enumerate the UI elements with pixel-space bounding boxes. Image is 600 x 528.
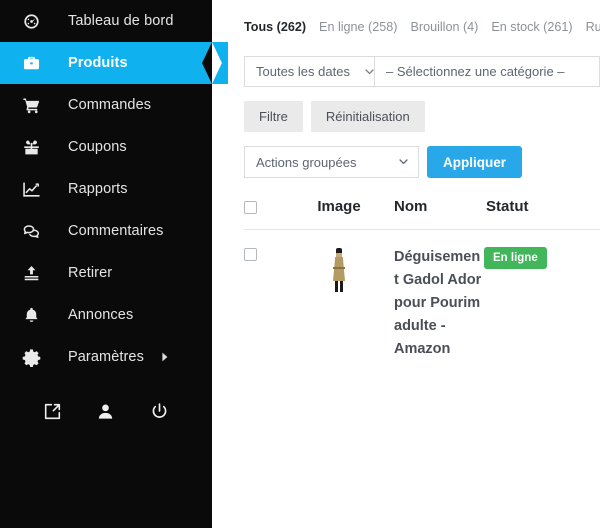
external-link-icon[interactable] [26, 402, 79, 421]
sidebar-item-label: Coupons [68, 139, 127, 155]
sidebar-item-label: Retirer [68, 265, 113, 281]
tab-en-stock[interactable]: En stock (261) [491, 20, 572, 34]
filter-button[interactable]: Filtre [244, 101, 303, 132]
sidebar-item-orders[interactable]: Commandes [0, 84, 212, 126]
sidebar-item-announcements[interactable]: Annonces [0, 294, 212, 336]
cart-icon [22, 96, 48, 115]
sidebar-item-products[interactable]: Produits [0, 42, 228, 84]
table-body: Déguisement Gadol Ador pour Pourim adult… [244, 230, 568, 361]
row-image-cell [286, 246, 392, 294]
filter-action-buttons: Filtre Réinitialisation [212, 101, 600, 132]
gauge-icon [22, 12, 48, 31]
sidebar-bottom-bar [0, 384, 212, 438]
chevron-down-icon [398, 155, 409, 170]
bulk-actions-row: Actions groupées Appliquer [212, 146, 600, 178]
chevron-right-icon [160, 352, 170, 362]
sidebar-item-label: Commentaires [68, 223, 164, 239]
gear-icon [22, 348, 48, 367]
tab-en-ligne[interactable]: En ligne (258) [319, 20, 397, 34]
sidebar-item-comments[interactable]: Commentaires [0, 210, 212, 252]
briefcase-icon [22, 54, 48, 73]
row-select-cell [244, 246, 286, 261]
comment-icon [22, 222, 48, 241]
tab-tous[interactable]: Tous (262) [244, 20, 306, 34]
filter-controls: Toutes les dates – Sélectionnez une caté… [212, 56, 600, 87]
main-content: Tous (262) En ligne (258) Brouillon (4) … [212, 0, 600, 528]
column-header-name: Nom [394, 198, 428, 215]
select-all-cell [244, 199, 286, 214]
products-table: Image Nom Statut Déguisement Gadol Ador … [212, 198, 600, 361]
table-header-row: Image Nom Statut [244, 198, 568, 229]
costume-thumbnail-icon[interactable] [328, 248, 350, 294]
date-filter-value: Toutes les dates [256, 64, 350, 79]
category-filter-value: – Sélectionnez une catégorie – [386, 64, 565, 79]
sidebar-item-withdraw[interactable]: Retirer [0, 252, 212, 294]
row-name-cell: Déguisement Gadol Ador pour Pourim adult… [392, 246, 484, 361]
status-badge: En ligne [484, 247, 547, 269]
sidebar-item-dashboard[interactable]: Tableau de bord [0, 0, 212, 42]
row-status-cell: En ligne [484, 246, 589, 269]
chart-line-icon [22, 180, 48, 199]
tab-brouillon[interactable]: Brouillon (4) [410, 20, 478, 34]
status-tabs: Tous (262) En ligne (258) Brouillon (4) … [212, 0, 600, 34]
gift-icon [22, 138, 48, 157]
select-all-checkbox[interactable] [244, 201, 257, 214]
reset-button[interactable]: Réinitialisation [310, 101, 425, 132]
sidebar-item-coupons[interactable]: Coupons [0, 126, 212, 168]
sidebar-item-label: Commandes [68, 97, 152, 113]
sidebar-item-label: Annonces [68, 307, 134, 323]
bulk-actions-select[interactable]: Actions groupées [244, 146, 419, 178]
date-filter-select[interactable]: Toutes les dates [244, 56, 375, 87]
column-header-status: Statut [486, 198, 529, 215]
sidebar-item-settings[interactable]: Paramètres [0, 336, 212, 378]
user-icon[interactable] [79, 402, 132, 421]
table-row[interactable]: Déguisement Gadol Ador pour Pourim adult… [244, 246, 568, 361]
sidebar-item-label: Paramètres [68, 349, 144, 365]
chevron-down-icon [364, 66, 375, 77]
sidebar-item-label: Produits [68, 55, 128, 71]
active-notch [202, 42, 212, 84]
sidebar: Tableau de bord Produits Commandes Coupo… [0, 0, 228, 528]
bell-icon [22, 306, 48, 325]
sidebar-item-label: Tableau de bord [68, 13, 174, 29]
power-icon[interactable] [133, 402, 186, 421]
bulk-actions-value: Actions groupées [256, 154, 357, 170]
row-checkbox[interactable] [244, 248, 257, 261]
sidebar-item-reports[interactable]: Rapports [0, 168, 212, 210]
column-header-image: Image [317, 198, 361, 215]
product-list-page: Tableau de bord Produits Commandes Coupo… [0, 0, 600, 528]
tab-rupture[interactable]: Rupture de [586, 20, 600, 34]
upload-icon [22, 264, 48, 283]
sidebar-item-label: Rapports [68, 181, 128, 197]
apply-button[interactable]: Appliquer [427, 146, 522, 178]
category-filter-select[interactable]: – Sélectionnez une catégorie – [375, 56, 600, 87]
product-name-link[interactable]: Déguisement Gadol Ador pour Pourim adult… [392, 246, 484, 361]
